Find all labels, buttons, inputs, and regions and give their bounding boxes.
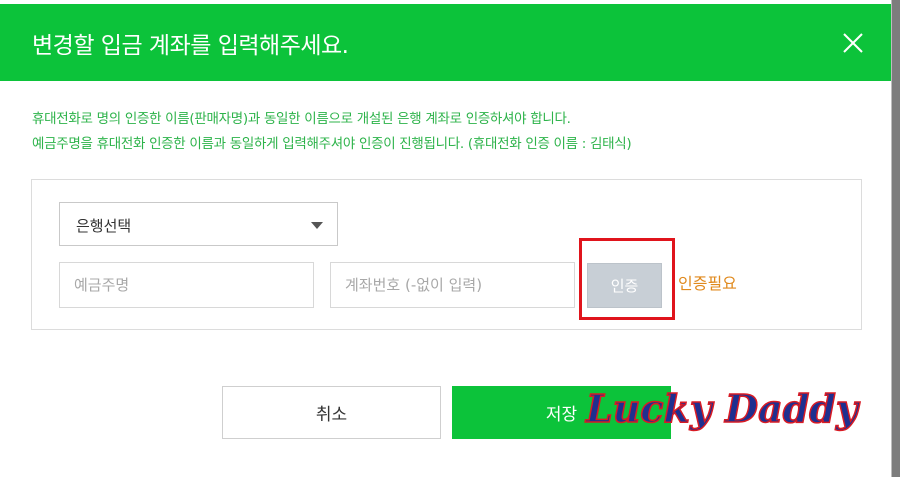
modal-header: 변경할 입금 계좌를 입력해주세요.: [0, 4, 891, 81]
account-holder-input[interactable]: [59, 262, 314, 308]
notice-line-2: 예금주명을 휴대전화 인증한 이름과 동일하게 입력해주셔야 인증이 진행됩니다…: [32, 136, 632, 152]
verification-status: 인증필요: [678, 274, 737, 293]
save-button[interactable]: 저장: [452, 386, 671, 439]
close-icon[interactable]: [838, 28, 868, 58]
account-number-input[interactable]: [330, 262, 575, 308]
verify-highlight-box: [579, 238, 675, 320]
notice-line-1: 휴대전화로 명의 인증한 이름(판매자명)과 동일한 이름으로 개설된 은행 계…: [32, 111, 571, 127]
bank-account-modal: 변경할 입금 계좌를 입력해주세요. 휴대전화로 명의 인증한 이름(판매자명)…: [0, 0, 892, 477]
cancel-button[interactable]: 취소: [222, 386, 441, 439]
bank-select[interactable]: 은행선택: [59, 202, 338, 246]
modal-title: 변경할 입금 계좌를 입력해주세요.: [32, 33, 349, 59]
bank-select-label: 은행선택: [76, 217, 132, 235]
chevron-down-icon: [311, 222, 323, 229]
